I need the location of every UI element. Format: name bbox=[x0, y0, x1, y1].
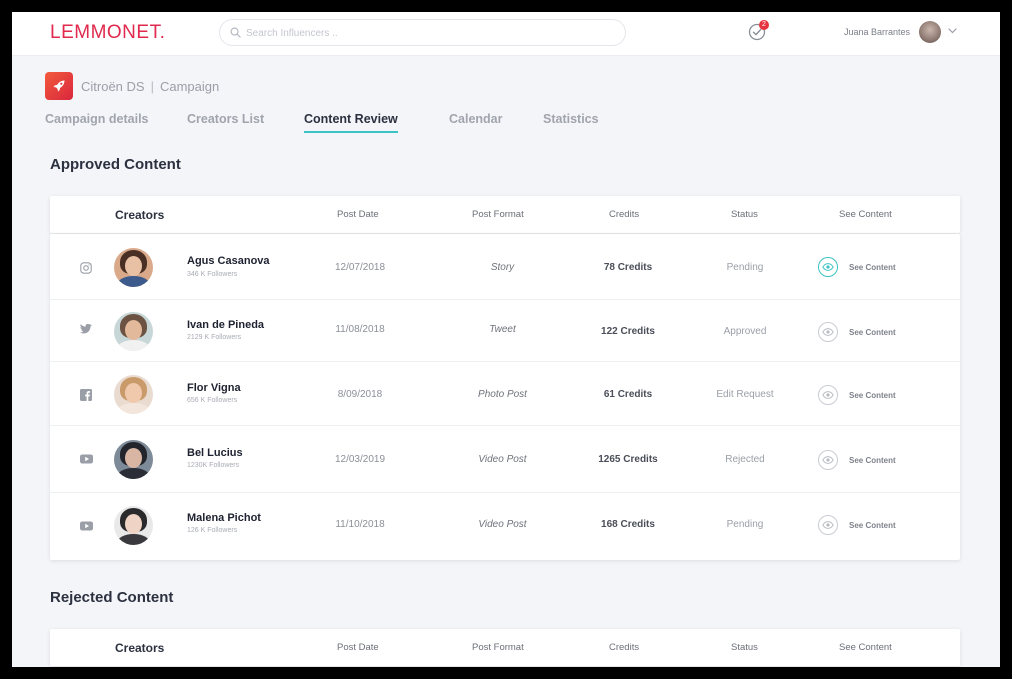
column-creators[interactable]: Creators bbox=[115, 208, 164, 222]
eye-icon bbox=[822, 521, 834, 529]
status: Approved bbox=[723, 326, 767, 337]
app-window: LEMMONET. 2 Juana Barrantes Citro bbox=[12, 12, 1000, 667]
avatar bbox=[114, 312, 153, 351]
search-icon bbox=[230, 27, 241, 38]
creator-name[interactable]: Flor Vigna bbox=[187, 382, 241, 394]
avatar bbox=[114, 248, 153, 287]
column-status[interactable]: Status bbox=[731, 642, 758, 653]
column-post-date[interactable]: Post Date bbox=[337, 642, 379, 653]
rejected-table-header: Creators Post Date Post Format Credits S… bbox=[50, 629, 960, 666]
post-format: Video Post bbox=[478, 454, 527, 465]
user-avatar[interactable] bbox=[919, 21, 941, 43]
creator-name[interactable]: Agus Casanova bbox=[187, 255, 270, 267]
eye-icon bbox=[822, 263, 834, 271]
campaign-name: Campaign bbox=[159, 79, 220, 94]
approved-table-body: Agus Casanova 346 K Followers 12/07/2018… bbox=[50, 234, 960, 560]
creator-followers: 656 K Followers bbox=[187, 397, 238, 404]
creator-name[interactable]: Ivan de Pineda bbox=[187, 319, 264, 331]
credits: 122 Credits bbox=[601, 326, 655, 337]
instagram-icon bbox=[80, 262, 92, 274]
status: Rejected bbox=[725, 454, 765, 465]
post-date: 11/08/2018 bbox=[335, 324, 385, 335]
table-row[interactable]: Bel Lucius 1230K Followers 12/03/2019 Vi… bbox=[50, 426, 960, 493]
status: Pending bbox=[726, 262, 764, 273]
column-post-format[interactable]: Post Format bbox=[472, 642, 524, 653]
post-format: Photo Post bbox=[478, 389, 527, 400]
column-credits[interactable]: Credits bbox=[609, 642, 639, 653]
notification-badge: 2 bbox=[759, 20, 769, 30]
avatar bbox=[114, 440, 153, 479]
column-see-content[interactable]: See Content bbox=[839, 209, 892, 220]
see-content-link[interactable]: See Content bbox=[849, 391, 896, 400]
see-content-link[interactable]: See Content bbox=[849, 328, 896, 337]
logo[interactable]: LEMMONET. bbox=[50, 22, 165, 44]
post-date: 12/03/2019 bbox=[334, 454, 386, 465]
creator-name[interactable]: Bel Lucius bbox=[187, 447, 243, 459]
table-row[interactable]: Flor Vigna 656 K Followers 8/09/2018 Pho… bbox=[50, 362, 960, 426]
tab-content-review[interactable]: Content Review bbox=[304, 112, 398, 133]
post-format: Story bbox=[490, 262, 515, 273]
tab-creators-list[interactable]: Creators List bbox=[187, 112, 264, 126]
column-status[interactable]: Status bbox=[731, 209, 758, 220]
tab-campaign-details[interactable]: Campaign details bbox=[45, 112, 149, 126]
see-content-link[interactable]: See Content bbox=[849, 521, 896, 530]
creator-followers: 1230K Followers bbox=[187, 462, 240, 469]
column-post-date[interactable]: Post Date bbox=[337, 209, 379, 220]
column-see-content[interactable]: See Content bbox=[839, 642, 892, 653]
search-box[interactable] bbox=[219, 19, 626, 46]
column-credits[interactable]: Credits bbox=[609, 209, 639, 220]
youtube-icon bbox=[80, 454, 93, 464]
approved-content-title: Approved Content bbox=[50, 156, 181, 173]
eye-icon bbox=[822, 456, 834, 464]
credits: 61 Credits bbox=[603, 389, 653, 400]
status: Pending bbox=[726, 519, 764, 530]
post-format: Tweet bbox=[489, 324, 516, 335]
avatar bbox=[114, 506, 153, 545]
see-content-button[interactable] bbox=[818, 257, 838, 277]
creator-name[interactable]: Malena Pichot bbox=[187, 512, 261, 524]
table-row[interactable]: Malena Pichot 126 K Followers 11/10/2018… bbox=[50, 493, 960, 560]
see-content-button[interactable] bbox=[818, 385, 838, 405]
rocket-icon bbox=[45, 72, 73, 100]
rejected-content-title: Rejected Content bbox=[50, 589, 174, 606]
user-name[interactable]: Juana Barrantes bbox=[844, 27, 910, 37]
see-content-button[interactable] bbox=[818, 322, 838, 342]
creator-followers: 346 K Followers bbox=[187, 271, 238, 278]
see-content-button[interactable] bbox=[818, 515, 838, 535]
creator-followers: 2129 K Followers bbox=[187, 334, 242, 341]
credits: 168 Credits bbox=[601, 519, 655, 530]
post-date: 8/09/2018 bbox=[337, 389, 383, 400]
breadcrumb: Citroën DS | Campaign bbox=[81, 79, 219, 94]
twitter-icon bbox=[80, 324, 92, 334]
post-date: 11/10/2018 bbox=[335, 519, 385, 530]
tab-calendar[interactable]: Calendar bbox=[449, 112, 503, 126]
see-content-link[interactable]: See Content bbox=[849, 456, 896, 465]
facebook-icon bbox=[80, 389, 92, 401]
avatar bbox=[114, 375, 153, 414]
approved-table-header: Creators Post Date Post Format Credits S… bbox=[50, 196, 960, 233]
search-input[interactable] bbox=[246, 24, 606, 42]
table-row[interactable]: Agus Casanova 346 K Followers 12/07/2018… bbox=[50, 234, 960, 300]
see-content-link[interactable]: See Content bbox=[849, 263, 896, 272]
chevron-down-icon[interactable] bbox=[948, 28, 957, 34]
see-content-button[interactable] bbox=[818, 450, 838, 470]
post-date: 12/07/2018 bbox=[334, 262, 386, 273]
creator-followers: 126 K Followers bbox=[187, 527, 238, 534]
column-post-format[interactable]: Post Format bbox=[472, 209, 524, 220]
eye-icon bbox=[822, 328, 834, 336]
top-bar: LEMMONET. 2 Juana Barrantes bbox=[12, 12, 1000, 56]
credits: 1265 Credits bbox=[598, 454, 658, 465]
tab-statistics[interactable]: Statistics bbox=[543, 112, 599, 126]
notifications-button[interactable]: 2 bbox=[748, 20, 769, 43]
post-format: Video Post bbox=[478, 519, 527, 530]
table-row[interactable]: Ivan de Pineda 2129 K Followers 11/08/20… bbox=[50, 300, 960, 362]
youtube-icon bbox=[80, 521, 93, 531]
breadcrumb-separator: | bbox=[150, 79, 154, 94]
credits: 78 Credits bbox=[603, 262, 653, 273]
status: Edit Request bbox=[716, 389, 774, 400]
eye-icon bbox=[822, 391, 834, 399]
campaign-brand[interactable]: Citroën DS bbox=[81, 79, 145, 94]
column-creators[interactable]: Creators bbox=[115, 641, 164, 655]
